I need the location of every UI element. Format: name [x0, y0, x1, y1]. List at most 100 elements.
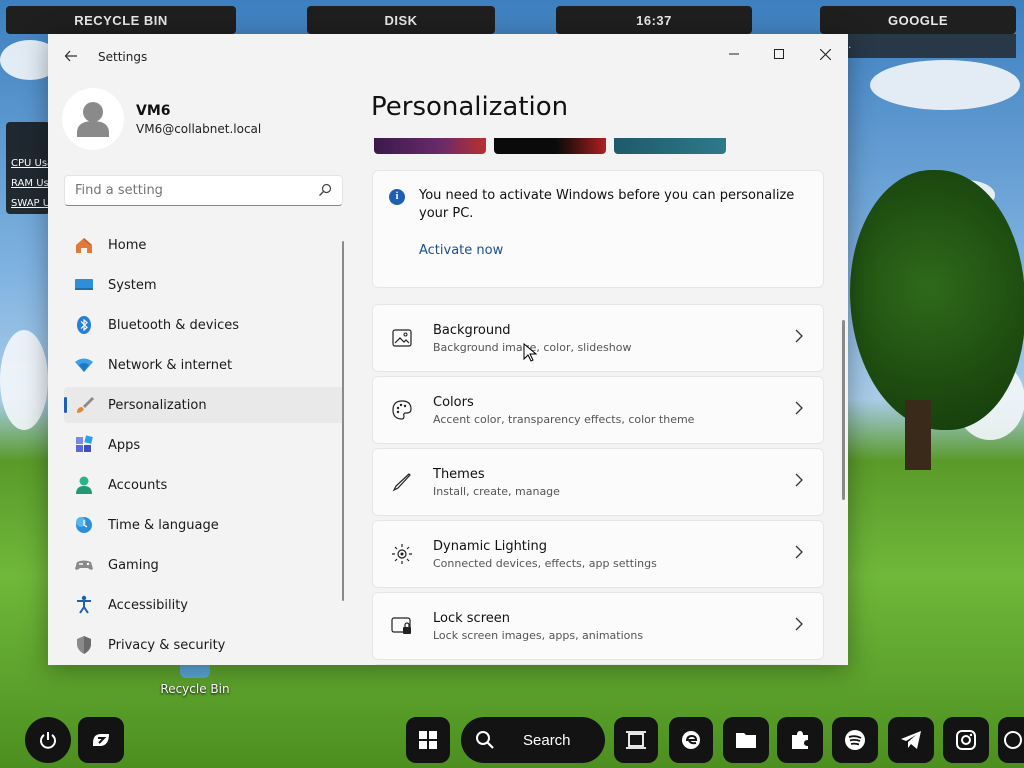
activation-notice: i You need to activate Windows before yo… [372, 170, 824, 288]
minimize-button[interactable] [714, 40, 754, 68]
activation-message: You need to activate Windows before you … [419, 188, 795, 221]
content-scrollbar[interactable] [842, 320, 845, 500]
card-dynamic-lighting[interactable]: Dynamic Lighting Connected devices, effe… [372, 520, 824, 588]
task-view-icon [626, 731, 646, 749]
system-monitor-widget: CPU Usage RAM Usage SWAP Usage [6, 122, 50, 214]
home-icon [74, 235, 94, 255]
recycle-bin-desktop-icon[interactable]: Recycle Bin [160, 664, 230, 696]
instagram-icon [956, 730, 976, 750]
sidebar-item-system[interactable]: System [64, 267, 344, 303]
title-bar[interactable]: Settings [48, 34, 848, 80]
chevron-right-icon [795, 401, 803, 415]
sidebar-item-accessibility[interactable]: Accessibility [64, 587, 344, 623]
sidebar-item-label: Personalization [108, 397, 207, 413]
sidebar-item-apps[interactable]: Apps [64, 427, 344, 463]
theme-thumbnail[interactable] [494, 138, 606, 154]
sidebar-item-label: Bluetooth & devices [108, 317, 239, 333]
maximize-icon [774, 49, 784, 59]
recycle-bin-bar[interactable]: RECYCLE BIN [6, 6, 236, 34]
bluetooth-icon [74, 315, 94, 335]
cloud [0, 330, 48, 430]
image-icon [391, 327, 413, 349]
card-title: Themes [433, 466, 485, 482]
arrow-left-icon [64, 50, 77, 62]
back-button[interactable] [60, 47, 82, 69]
search-icon [319, 183, 332, 196]
card-colors[interactable]: Colors Accent color, transparency effect… [372, 376, 824, 444]
card-lock-screen[interactable]: Lock screen Lock screen images, apps, an… [372, 592, 824, 660]
windows-icon [419, 731, 437, 749]
palette-icon [391, 399, 413, 421]
card-background[interactable]: Background Background image, color, slid… [372, 304, 824, 372]
card-partial[interactable] [372, 664, 824, 665]
sidebar-item-personalization[interactable]: Personalization [64, 387, 344, 423]
sidebar-item-accounts[interactable]: Accounts [64, 467, 344, 503]
google-search-field[interactable]: ch... [820, 34, 1016, 58]
network-icon [74, 355, 94, 375]
sidebar-item-bluetooth[interactable]: Bluetooth & devices [64, 307, 344, 343]
sidebar-item-gaming[interactable]: Gaming [64, 547, 344, 583]
user-profile[interactable]: VM6 VM6@collabnet.local [62, 88, 261, 150]
maximize-button[interactable] [759, 40, 799, 68]
sidebar-item-home[interactable]: Home [64, 227, 344, 263]
card-subtitle: Accent color, transparency effects, colo… [433, 412, 695, 426]
sidebar-item-privacy[interactable]: Privacy & security [64, 627, 344, 663]
cloud [870, 60, 1020, 110]
power-button[interactable] [25, 717, 71, 763]
sidebar-item-label: Gaming [108, 557, 159, 573]
activate-now-link[interactable]: Activate now [419, 243, 503, 258]
sidebar-item-label: Accessibility [108, 597, 188, 613]
start-button[interactable] [406, 717, 450, 763]
sidebar-item-label: Accounts [108, 477, 168, 493]
card-title: Background [433, 322, 511, 338]
close-button[interactable] [805, 40, 845, 68]
sidebar-item-label: Privacy & security [108, 637, 226, 653]
page-title: Personalization [371, 92, 569, 122]
launcher-button[interactable] [78, 717, 124, 763]
sidebar-item-network[interactable]: Network & internet [64, 347, 344, 383]
card-title: Dynamic Lighting [433, 538, 548, 554]
minimize-icon [729, 53, 739, 55]
puzzle-icon [792, 731, 808, 749]
sidebar-nav: Home System Bluetooth & devices Network … [64, 227, 344, 665]
chevron-right-icon [795, 473, 803, 487]
theme-thumbnail[interactable] [614, 138, 726, 154]
edge-button[interactable] [669, 717, 713, 763]
settings-search[interactable] [64, 175, 343, 206]
sun-icon [391, 543, 413, 565]
card-subtitle: Lock screen images, apps, animations [433, 628, 644, 642]
sidebar-item-time-language[interactable]: Time & language [64, 507, 344, 543]
close-icon [819, 48, 831, 60]
recycle-bin-icon [180, 664, 210, 678]
task-view-button[interactable] [614, 717, 658, 763]
chevron-right-icon [795, 545, 803, 559]
chevron-right-icon [795, 617, 803, 631]
extensions-button[interactable] [777, 717, 823, 763]
card-subtitle: Install, create, manage [433, 484, 560, 498]
google-bar[interactable]: GOOGLE [820, 6, 1016, 34]
tree-trunk [905, 400, 931, 470]
apps-icon [74, 435, 94, 455]
info-icon: i [389, 189, 405, 205]
spotify-icon [845, 730, 865, 750]
accessibility-icon [74, 595, 94, 615]
theme-thumbnail[interactable] [374, 138, 486, 154]
search-icon [476, 731, 494, 749]
instagram-button[interactable] [943, 717, 989, 763]
file-explorer-button[interactable] [723, 717, 769, 763]
brush-icon [74, 395, 94, 415]
clock: 16:37 [556, 6, 752, 34]
card-themes[interactable]: Themes Install, create, manage [372, 448, 824, 516]
telegram-button[interactable] [888, 717, 934, 763]
mouse-cursor-icon [523, 343, 537, 362]
launcher-icon [93, 734, 109, 746]
spotify-button[interactable] [832, 717, 878, 763]
user-icon [77, 102, 109, 137]
whatsapp-button[interactable] [998, 717, 1024, 763]
settings-window: Settings VM6 VM6@collabnet.local Hom [48, 34, 848, 665]
taskbar-search[interactable]: Search [461, 717, 605, 763]
sidebar-item-label: Apps [108, 437, 141, 453]
disk-bar[interactable]: DISK [307, 6, 495, 34]
search-input[interactable] [65, 176, 305, 205]
sidebar-scrollbar[interactable] [342, 241, 344, 601]
